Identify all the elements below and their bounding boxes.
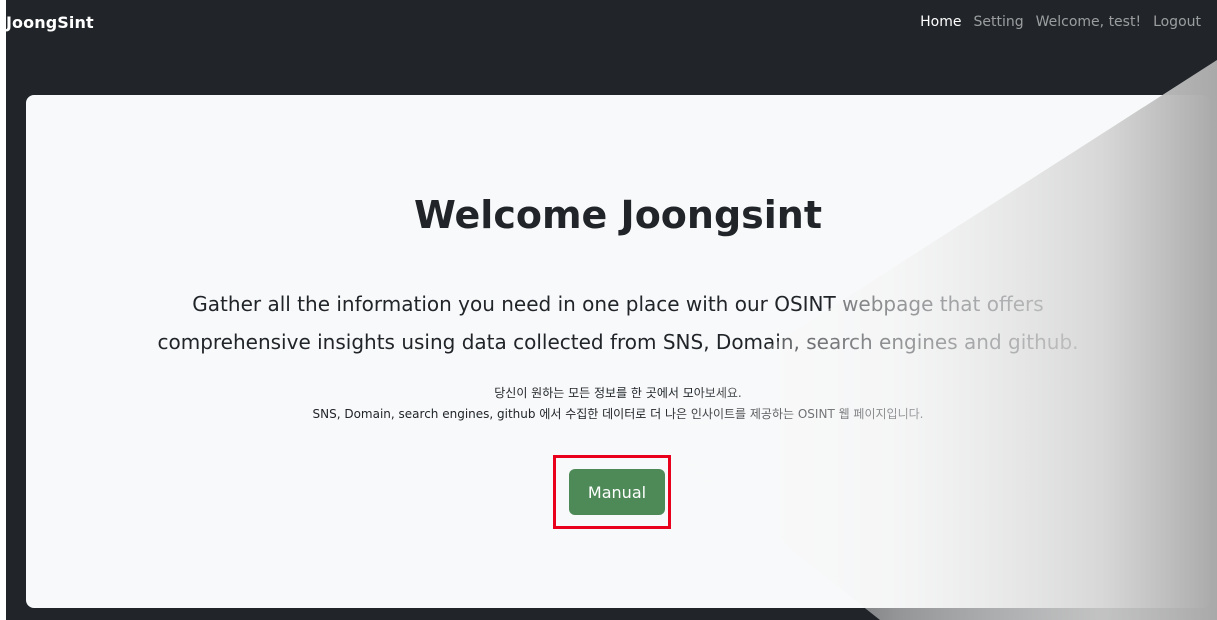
hero-lead-line-2: comprehensive insights using data collec… xyxy=(157,330,1079,354)
hero-section: Welcome Joongsint Gather all the informa… xyxy=(26,95,1210,608)
hero-description: 당신이 원하는 모든 정보를 한 곳에서 모아보세요. SNS, Domain,… xyxy=(66,383,1170,425)
page-title: Welcome Joongsint xyxy=(413,193,823,237)
manual-button[interactable]: Manual xyxy=(569,469,665,515)
nav-links: Home Setting Welcome, test! Logout xyxy=(920,14,1201,30)
nav-logout-link[interactable]: Logout xyxy=(1153,14,1201,30)
nav-welcome-user[interactable]: Welcome, test! xyxy=(1036,14,1141,30)
manual-button-highlight: Manual xyxy=(553,455,671,529)
hero-lead-text: Gather all the information you need in o… xyxy=(66,285,1170,361)
hero-desc-line-2: SNS, Domain, search engines, github 에서 수… xyxy=(312,407,924,421)
app-window: JoongSint Home Setting Welcome, test! Lo… xyxy=(6,0,1217,620)
nav-home-link[interactable]: Home xyxy=(920,14,961,30)
navbar: JoongSint Home Setting Welcome, test! Lo… xyxy=(6,0,1217,46)
hero-lead-line-1: Gather all the information you need in o… xyxy=(192,292,1044,316)
brand-logo[interactable]: JoongSint xyxy=(6,13,94,32)
hero-desc-line-1: 당신이 원하는 모든 정보를 한 곳에서 모아보세요. xyxy=(494,386,742,400)
nav-setting-link[interactable]: Setting xyxy=(973,14,1023,30)
